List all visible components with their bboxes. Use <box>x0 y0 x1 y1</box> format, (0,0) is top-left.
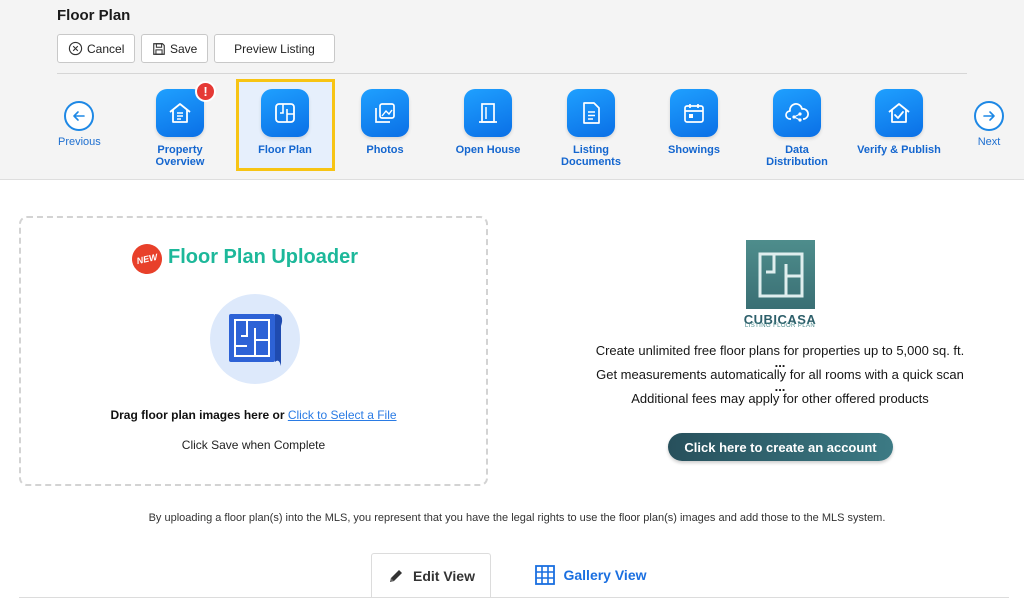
step-showings[interactable]: Showings <box>644 89 744 156</box>
step-property-overview[interactable]: ! Property Overview <box>130 81 230 168</box>
step-label: Showings <box>668 144 720 156</box>
cubicasa-description: Create unlimited free floor plans for pr… <box>555 343 1005 407</box>
separator-dots: ... <box>774 379 786 394</box>
grid-icon <box>535 565 556 585</box>
step-label: Listing Documents <box>561 144 621 168</box>
step-photos[interactable]: Photos <box>335 89 435 156</box>
arrow-left-icon <box>64 101 95 131</box>
document-icon <box>567 89 615 137</box>
previous-button[interactable]: Previous <box>58 101 101 148</box>
step-label: Photos <box>366 144 404 156</box>
cloud-share-icon <box>773 89 821 137</box>
next-label: Next <box>977 136 1001 148</box>
step-label: Open House <box>455 144 521 156</box>
step-label: Property Overview <box>155 144 205 168</box>
floppy-disk-icon <box>152 41 166 57</box>
photos-icon <box>361 89 409 137</box>
cancel-button[interactable]: Cancel <box>57 34 135 63</box>
floor-plan-dropzone[interactable]: NEW Floor Plan Uploader Drag floor plan … <box>19 216 488 486</box>
preview-label: Preview Listing <box>234 41 315 56</box>
view-tabs: Edit View Gallery View <box>0 553 1024 614</box>
step-label: Verify & Publish <box>857 144 941 156</box>
door-icon <box>464 89 512 137</box>
create-account-button[interactable]: Click here to create an account <box>668 433 893 461</box>
save-button[interactable]: Save <box>141 34 208 63</box>
blueprint-icon <box>210 294 300 384</box>
step-open-house[interactable]: Open House <box>438 89 538 156</box>
uploader-title: Floor Plan Uploader <box>168 246 359 268</box>
pencil-icon <box>387 567 405 585</box>
page-title: Floor Plan <box>57 7 131 24</box>
drag-instructions: Drag floor plan images here or Click to … <box>21 408 486 422</box>
save-hint: Click Save when Complete <box>181 438 326 452</box>
step-label: Data Distribution <box>766 144 828 168</box>
step-listing-documents[interactable]: Listing Documents <box>541 89 641 168</box>
tab-gallery-view[interactable]: Gallery View <box>521 553 661 597</box>
previous-label: Previous <box>58 136 101 148</box>
toolbar-divider <box>57 73 967 74</box>
step-label: Floor Plan <box>258 144 312 156</box>
separator-dots: ... <box>774 355 786 370</box>
step-floor-plan[interactable]: Floor Plan <box>235 89 335 156</box>
step-data-distribution[interactable]: Data Distribution <box>747 89 847 168</box>
floor-plan-icon <box>261 89 309 137</box>
house-check-icon <box>875 89 923 137</box>
edit-view-label: Edit View <box>413 567 475 584</box>
arrow-right-icon <box>974 101 1004 131</box>
close-circle-icon <box>68 41 83 57</box>
cubicasa-logo <box>746 240 815 309</box>
select-file-link[interactable]: Click to Select a File <box>288 408 397 422</box>
alert-badge: ! <box>195 81 216 102</box>
gallery-view-label: Gallery View <box>563 567 647 583</box>
next-button[interactable]: Next <box>974 101 1004 148</box>
drag-text: Drag floor plan images here or <box>110 408 288 422</box>
step-verify-publish[interactable]: Verify & Publish <box>849 89 949 156</box>
cancel-label: Cancel <box>87 41 125 56</box>
calendar-icon <box>670 89 718 137</box>
new-badge: NEW <box>129 241 165 277</box>
cubicasa-line-3: Additional fees may apply for other offe… <box>631 391 929 406</box>
save-label: Save <box>170 41 198 56</box>
legal-notice: By uploading a floor plan(s) into the ML… <box>148 512 886 524</box>
toolbar: Cancel Save Preview Listing <box>57 34 335 63</box>
house-list-icon: ! <box>156 81 216 137</box>
header: Floor Plan Cancel Save Preview Listing P… <box>0 0 1024 180</box>
tabs-divider <box>19 597 1009 598</box>
preview-listing-button[interactable]: Preview Listing <box>214 34 335 63</box>
cubicasa-tagline: LISTING FLOOR PLAN <box>744 323 816 329</box>
tab-edit-view[interactable]: Edit View <box>371 553 491 597</box>
